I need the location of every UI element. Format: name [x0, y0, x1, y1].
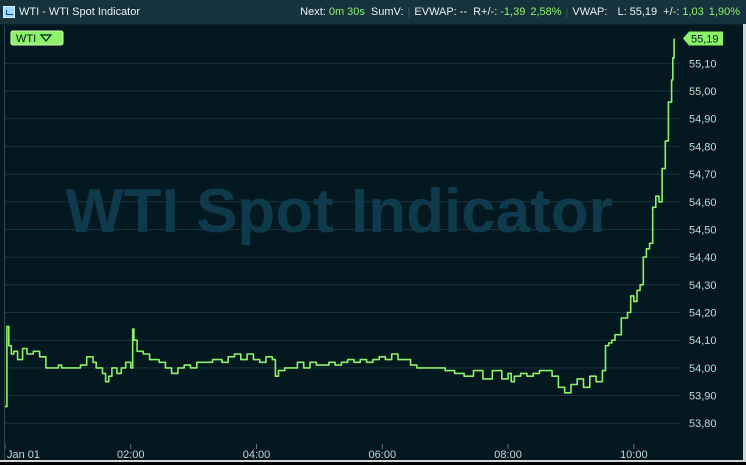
- x-tick-label: 10:00: [620, 449, 648, 460]
- vwap-label: VWAP:: [572, 6, 608, 18]
- app-window: WTI - WTI Spot Indicator Next: 0m 30s Su…: [0, 0, 746, 462]
- y-tick-label: 54,10: [689, 335, 717, 347]
- divider: |: [565, 6, 569, 18]
- last-label: L:: [617, 6, 627, 18]
- y-tick-label: 53,80: [689, 418, 717, 430]
- change-percent: 1,90%: [708, 6, 740, 18]
- price-chart[interactable]: WTI Spot Indicator 53,8053,9054,0054,105…: [4, 26, 743, 461]
- rpm-value: -1,39: [500, 6, 526, 18]
- last-value-marker: 55,19: [683, 31, 723, 46]
- y-tick-label: 55,10: [689, 58, 717, 70]
- x-tick-label: Jan 01: [7, 449, 40, 460]
- x-axis: Jan 01 02:00 04:00 06:00 08:00 10:00: [4, 444, 648, 461]
- legend-label: WTI: [16, 33, 36, 45]
- y-axis: 53,80 53,90 54,00 54,10 54,20 54,30 54,40 54,50…: [689, 58, 717, 430]
- y-tick-label: 54,60: [689, 197, 717, 209]
- last-value-label: 55,19: [691, 33, 719, 45]
- y-tick-label: 54,20: [689, 308, 717, 320]
- title-bar[interactable]: WTI - WTI Spot Indicator Next: 0m 30s Su…: [0, 0, 746, 25]
- sumv-label: SumV:: [370, 6, 404, 18]
- status-strip: Next: 0m 30s SumV: | EVWAP: -- R+/-: -1,…: [300, 0, 740, 24]
- x-tick-label: 08:00: [494, 449, 522, 460]
- evwap-label: EVWAP:: [414, 6, 457, 18]
- evwap-value: --: [459, 6, 468, 18]
- y-tick-label: 54,00: [689, 363, 717, 375]
- y-tick-label: 54,70: [689, 169, 717, 181]
- change-label: +/-:: [663, 6, 680, 18]
- y-tick-label: 54,40: [689, 252, 717, 264]
- rpm-percent: 2,58%: [530, 6, 562, 18]
- rpm-label: R+/-:: [473, 6, 498, 18]
- window-title: WTI - WTI Spot Indicator: [19, 6, 141, 18]
- y-tick-label: 54,50: [689, 224, 717, 236]
- y-tick-label: 54,80: [689, 141, 717, 153]
- chart-app-icon: [3, 6, 15, 18]
- chart-watermark: WTI Spot Indicator: [65, 177, 613, 246]
- x-tick-label: 04:00: [243, 449, 271, 460]
- y-tick-label: 54,30: [689, 280, 717, 292]
- y-tick-label: 54,90: [689, 114, 717, 126]
- legend-button[interactable]: WTI: [10, 30, 64, 46]
- next-label: Next:: [300, 6, 326, 18]
- chart-area[interactable]: WTI Spot Indicator 53,80 53,90 54,00 54,10 5…: [4, 26, 743, 461]
- divider: |: [407, 6, 411, 18]
- change-value: 1,03: [682, 6, 704, 18]
- y-tick-label: 53,90: [689, 391, 717, 403]
- x-tick-label: 06:00: [369, 449, 397, 460]
- next-countdown: 0m 30s: [328, 6, 365, 18]
- y-tick-label: 55,00: [689, 86, 717, 98]
- x-tick-label: 02:00: [117, 449, 145, 460]
- last-value: 55,19: [629, 6, 658, 18]
